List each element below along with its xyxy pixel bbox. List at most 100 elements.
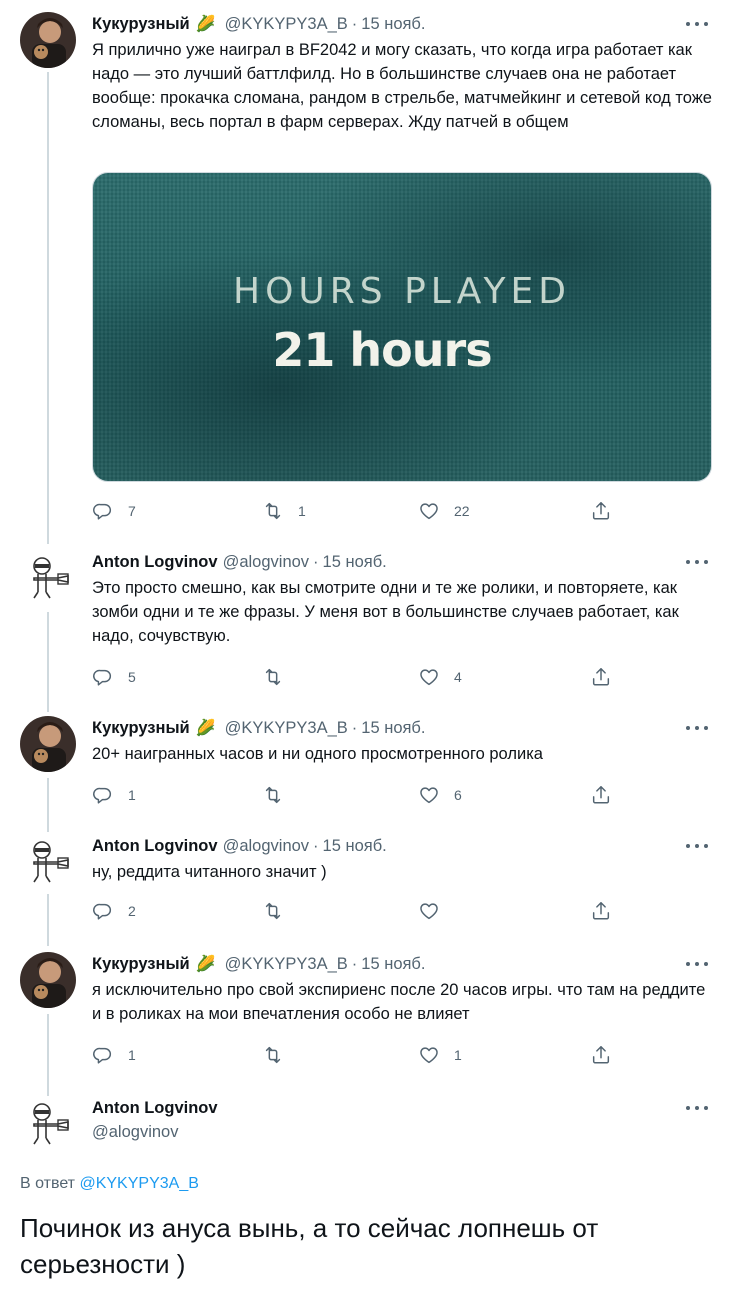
media-value-text: 21 hours	[272, 323, 492, 377]
share-button[interactable]	[590, 498, 612, 524]
author-name[interactable]: Кукурузный	[92, 955, 190, 974]
tweet-date[interactable]: 15 нояб.	[361, 15, 425, 34]
share-icon	[592, 502, 610, 520]
author-name[interactable]: Anton Logvinov	[92, 553, 218, 572]
avatar-image	[20, 12, 76, 68]
author-block[interactable]: Anton Logvinov @alogvinov	[92, 1096, 218, 1144]
avatar-image	[20, 834, 76, 890]
corn-emoji: 🌽	[195, 956, 216, 973]
like-count: 1	[454, 1047, 462, 1063]
retweet-icon	[265, 502, 281, 520]
tweet-actions: 7 1 22	[92, 498, 622, 524]
reply-icon	[93, 903, 111, 920]
retweet-icon	[265, 786, 281, 804]
author-name[interactable]: Кукурузный	[92, 15, 190, 34]
author-handle[interactable]: @KYKYPY3A_B	[225, 955, 348, 974]
reply-icon	[93, 787, 111, 804]
share-button[interactable]	[590, 1042, 612, 1068]
tweet-date[interactable]: 15 нояб.	[361, 955, 425, 974]
retweet-count: 1	[298, 503, 306, 519]
share-icon	[592, 786, 610, 804]
thread-line	[47, 1014, 49, 1096]
reply-icon	[93, 503, 111, 520]
heart-icon	[420, 1047, 438, 1064]
author-handle[interactable]: @alogvinov	[223, 553, 309, 572]
share-button[interactable]	[590, 782, 612, 808]
heart-icon	[420, 903, 438, 920]
share-button[interactable]	[590, 664, 612, 690]
retweet-button[interactable]	[262, 1042, 298, 1068]
separator-dot: ·	[313, 836, 319, 855]
reply-button[interactable]: 1	[92, 1042, 136, 1068]
reply-to-handle[interactable]: @KYKYPY3A_B	[79, 1175, 198, 1192]
tweet-header: Кукурузный 🌽 @KYKYPY3A_B · 15 нояб.	[92, 716, 425, 740]
author-handle[interactable]: @KYKYPY3A_B	[225, 15, 348, 34]
tweet-header: Кукурузный 🌽 @KYKYPY3A_B · 15 нояб.	[92, 952, 425, 976]
more-icon[interactable]	[686, 956, 708, 972]
author-name[interactable]: Anton Logvinov	[92, 837, 218, 856]
tweet-date[interactable]: 15 нояб.	[323, 553, 387, 572]
author-handle[interactable]: @KYKYPY3A_B	[225, 719, 348, 738]
tweet-media[interactable]: HOURS PLAYED 21 hours	[92, 172, 712, 482]
retweet-button[interactable]: 1	[262, 498, 306, 524]
retweet-icon	[265, 902, 281, 920]
tweet-header: Anton Logvinov @alogvinov · 15 нояб.	[92, 834, 387, 858]
avatar-image	[20, 1096, 76, 1152]
thread-line	[47, 72, 49, 544]
tweet-text: 20+ наигранных часов и ни одного просмот…	[92, 745, 543, 763]
reply-button[interactable]: 2	[92, 898, 136, 924]
reply-count: 2	[128, 903, 136, 919]
media-value: 21 hours	[93, 323, 711, 377]
more-icon[interactable]	[686, 554, 708, 570]
retweet-button[interactable]	[262, 664, 298, 690]
more-icon[interactable]	[686, 720, 708, 736]
heart-icon	[420, 669, 438, 686]
tweet-text: Это просто смешно, как вы смотрите одни …	[92, 579, 679, 645]
tweet-date[interactable]: 15 нояб.	[323, 837, 387, 856]
author-name[interactable]: Anton Logvinov	[92, 1096, 218, 1120]
reply-button[interactable]: 7	[92, 498, 136, 524]
retweet-button[interactable]	[262, 782, 298, 808]
like-count: 22	[454, 503, 470, 519]
share-button[interactable]	[590, 898, 612, 924]
tweet-actions: 2	[92, 898, 622, 924]
avatar-anton[interactable]	[20, 834, 76, 890]
author-name[interactable]: Кукурузный	[92, 719, 190, 738]
heart-icon	[420, 503, 438, 520]
tweet-date[interactable]: 15 нояб.	[361, 719, 425, 738]
tweet-actions: 1 1	[92, 1042, 622, 1068]
separator-dot: ·	[351, 14, 358, 33]
like-button[interactable]: 4	[418, 664, 462, 690]
more-icon[interactable]	[686, 16, 708, 32]
reply-to-prefix: В ответ	[20, 1175, 76, 1192]
reply-count: 1	[128, 1047, 136, 1063]
avatar-anton[interactable]	[20, 550, 76, 606]
tweet-text: ну, реддита читанного значит )	[92, 863, 327, 881]
thread-line	[47, 778, 49, 832]
thread-line	[47, 612, 49, 712]
reply-count: 5	[128, 669, 136, 685]
author-handle[interactable]: @alogvinov	[223, 837, 309, 856]
reply-button[interactable]: 1	[92, 782, 136, 808]
separator-dot: ·	[351, 718, 358, 737]
more-icon[interactable]	[686, 838, 708, 854]
like-button[interactable]: 6	[418, 782, 462, 808]
avatar-kukuruzny[interactable]	[20, 952, 76, 1008]
avatar-kukuruzny[interactable]	[20, 12, 76, 68]
tweet-actions: 5 4	[92, 664, 622, 690]
retweet-button[interactable]	[262, 898, 298, 924]
like-button[interactable]	[418, 898, 454, 924]
reply-button[interactable]: 5	[92, 664, 136, 690]
avatar-image	[20, 550, 76, 606]
reply-count: 7	[128, 503, 136, 519]
like-button[interactable]: 22	[418, 498, 470, 524]
avatar-kukuruzny[interactable]	[20, 716, 76, 772]
author-handle[interactable]: @alogvinov	[92, 1120, 218, 1144]
like-button[interactable]: 1	[418, 1042, 462, 1068]
more-icon[interactable]	[686, 1100, 708, 1116]
avatar-image	[20, 952, 76, 1008]
tweet-header: Кукурузный 🌽 @KYKYPY3A_B · 15 нояб.	[92, 12, 425, 36]
tweet-text: я исключительно про свой экспириенс посл…	[92, 981, 706, 1023]
tweet-actions: 1 6	[92, 782, 622, 808]
avatar-anton[interactable]	[20, 1096, 76, 1152]
